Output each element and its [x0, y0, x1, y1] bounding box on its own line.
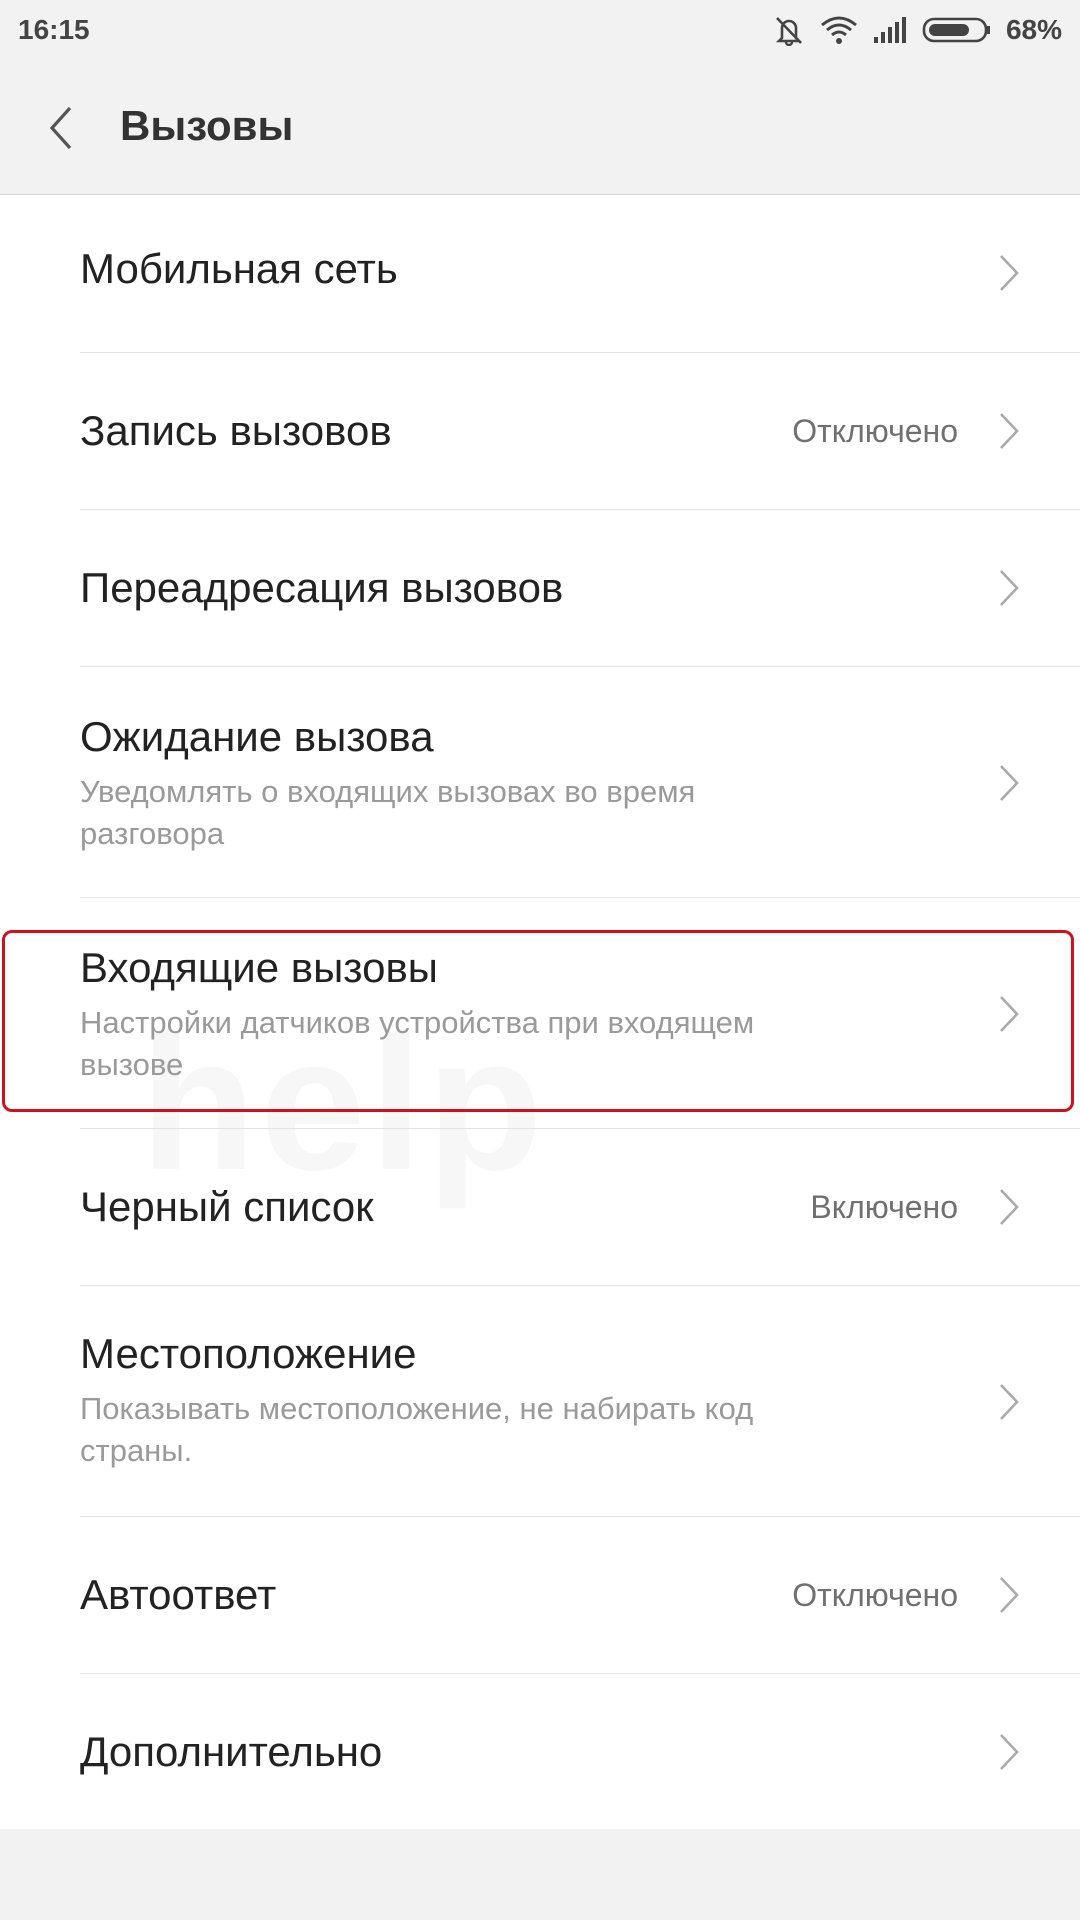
settings-item-location[interactable]: Местоположение Показывать местоположение…: [0, 1286, 1080, 1517]
item-title: Автоответ: [80, 1571, 277, 1618]
wifi-icon: [820, 15, 858, 45]
item-title: Черный список: [80, 1183, 374, 1230]
settings-item-call-recording[interactable]: Запись вызовов Отключено: [0, 353, 1080, 510]
chevron-right-icon: [996, 1732, 1022, 1772]
chevron-right-icon: [996, 763, 1022, 803]
item-subtitle: Уведомлять о входящих вызовах во время р…: [80, 774, 696, 851]
settings-item-mobile-network[interactable]: Мобильная сеть: [0, 195, 1080, 353]
item-value: Включено: [810, 1189, 958, 1225]
settings-item-call-forwarding[interactable]: Переадресация вызовов: [0, 510, 1080, 667]
settings-list: help Мобильная сеть Запись вызовов Отклю…: [0, 195, 1080, 1829]
item-title: Дополнительно: [80, 1728, 383, 1775]
status-time: 16:15: [18, 14, 90, 45]
item-title: Ожидание вызова: [80, 713, 434, 760]
status-icons: 68%: [772, 12, 1062, 48]
status-bar: 16:15 68%: [0, 0, 1080, 60]
chevron-right-icon: [996, 994, 1022, 1034]
settings-item-advanced[interactable]: Дополнительно: [0, 1674, 1080, 1829]
chevron-right-icon: [996, 1382, 1022, 1422]
item-title: Мобильная сеть: [80, 245, 398, 292]
header: Вызовы: [0, 60, 1080, 195]
mute-icon: [772, 14, 806, 46]
item-value: Отключено: [792, 413, 958, 449]
chevron-right-icon: [996, 411, 1022, 451]
settings-item-call-waiting[interactable]: Ожидание вызова Уведомлять о входящих вы…: [0, 667, 1080, 898]
item-title: Местоположение: [80, 1330, 417, 1377]
item-subtitle: Показывать местоположение, не набирать к…: [80, 1391, 754, 1468]
settings-item-blacklist[interactable]: Черный список Включено: [0, 1129, 1080, 1286]
chevron-left-icon[interactable]: [44, 104, 80, 152]
item-title: Запись вызовов: [80, 407, 392, 454]
page-title: Вызовы: [120, 102, 294, 149]
chevron-right-icon: [996, 253, 1022, 293]
signal-icon: [872, 15, 908, 45]
battery-percentage: 68%: [1005, 14, 1062, 45]
item-subtitle: Настройки датчиков устройства при входящ…: [80, 1005, 755, 1082]
item-title: Входящие вызовы: [80, 944, 438, 991]
chevron-right-icon: [996, 1187, 1022, 1227]
chevron-right-icon: [996, 1575, 1022, 1615]
battery-icon: [922, 15, 992, 45]
settings-item-incoming-calls[interactable]: Входящие вызовы Настройки датчиков устро…: [0, 898, 1080, 1129]
item-title: Переадресация вызовов: [80, 564, 564, 611]
settings-item-autoanswer[interactable]: Автоответ Отключено: [0, 1517, 1080, 1674]
chevron-right-icon: [996, 568, 1022, 608]
item-value: Отключено: [792, 1577, 958, 1613]
